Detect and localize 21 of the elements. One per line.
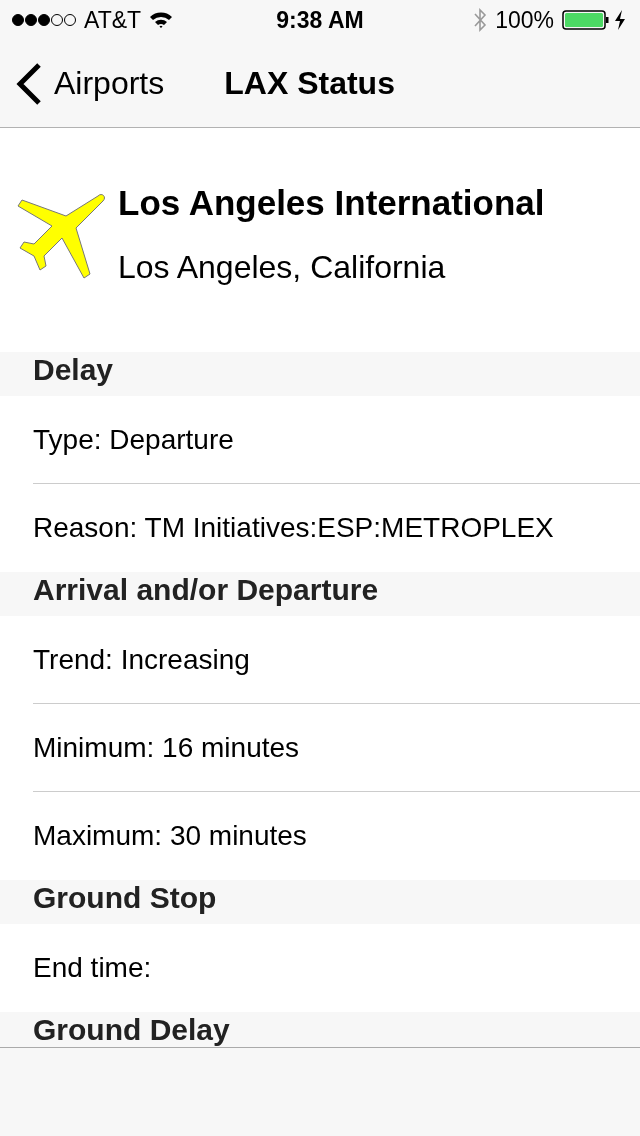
section-header: Ground Delay bbox=[0, 1012, 640, 1047]
chevron-left-icon bbox=[16, 62, 42, 105]
screen-title: LAX Status bbox=[224, 65, 395, 102]
row-text: Minimum: 16 minutes bbox=[33, 731, 300, 764]
row-text: Maximum: 30 minutes bbox=[33, 820, 307, 852]
wifi-icon bbox=[149, 11, 174, 29]
signal-icon bbox=[12, 13, 76, 27]
row-text: Trend: Increasing bbox=[33, 643, 250, 676]
section-header: Ground Stop bbox=[0, 880, 640, 924]
row-text: Type: Departure bbox=[33, 423, 234, 456]
airport-name: Los Angeles International bbox=[118, 182, 545, 223]
row-text: Reason: TM Initiatives:ESP:METROPLEX bbox=[33, 512, 554, 544]
back-button[interactable]: Airports bbox=[16, 62, 165, 105]
bluetooth-icon bbox=[473, 8, 488, 32]
section-header: Delay bbox=[0, 352, 640, 396]
carrier-name: AT&T bbox=[84, 6, 142, 34]
row-text: End time: bbox=[33, 952, 152, 984]
clock-time: 9:38 AM bbox=[276, 6, 364, 34]
battery-percentage: 100% bbox=[495, 6, 554, 34]
section-header: Arrival and/or Departure bbox=[0, 572, 640, 616]
airport-location: Los Angeles, California bbox=[118, 248, 447, 286]
